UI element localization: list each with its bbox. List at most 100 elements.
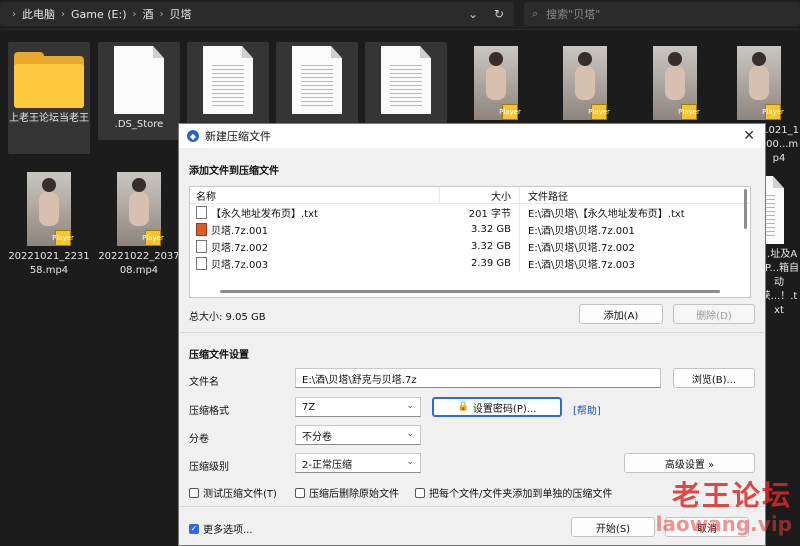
- address-bar[interactable]: › 此电脑 › Game (E:) › 酒 › 贝塔 ⌄ ↻: [0, 2, 514, 26]
- format-select[interactable]: 7Z ⌄: [295, 397, 421, 417]
- level-label: 压缩级别: [189, 462, 229, 473]
- set-password-button[interactable]: 🔒 设置密码(P)...: [432, 397, 562, 417]
- chevron-right-icon: ›: [159, 8, 164, 20]
- dialog-title: 新建压缩文件: [205, 130, 271, 143]
- start-button[interactable]: 开始(S): [571, 517, 655, 537]
- breadcrumb-folder-beita[interactable]: 贝塔: [169, 6, 191, 22]
- video-thumbnail: Player: [27, 172, 74, 246]
- bandizip-app-icon: ◆: [187, 130, 199, 142]
- close-icon[interactable]: ✕: [743, 128, 755, 144]
- file-name: 贝塔.7z.001: [211, 226, 269, 237]
- video-item[interactable]: Player: [634, 46, 716, 126]
- file-path: E:\酒\贝塔\贝塔.7z.001: [528, 226, 635, 237]
- player-badge-icon: Player: [142, 230, 164, 246]
- refresh-icon[interactable]: ↻: [488, 2, 510, 26]
- search-input[interactable]: 搜索"贝塔": [546, 6, 600, 22]
- archive-file-icon: [196, 223, 207, 236]
- player-badge-icon: Player: [762, 104, 784, 120]
- split-value: 不分卷: [302, 431, 332, 443]
- filename-label: 文件名: [189, 377, 219, 388]
- delete-after-checkbox[interactable]: 压缩后删除原始文件: [295, 485, 399, 500]
- lock-icon: 🔒: [457, 402, 469, 412]
- text-file-icon: [196, 206, 207, 219]
- split-select[interactable]: 不分卷 ⌄: [295, 425, 421, 445]
- checkbox[interactable]: [415, 487, 425, 498]
- item-label: 上老王论坛当老王: [9, 113, 89, 124]
- vertical-scrollbar[interactable]: [744, 189, 747, 229]
- level-value: 2-正常压缩: [302, 459, 352, 471]
- chevron-right-icon: ›: [132, 8, 137, 20]
- more-options-checkbox[interactable]: ✓ 更多选项...: [189, 521, 253, 536]
- file-path: E:\酒\贝塔\贝塔.7z.003: [528, 260, 635, 271]
- filename-input[interactable]: E:\酒\贝塔\舒克与贝塔.7z: [295, 368, 661, 388]
- column-name[interactable]: 名称: [190, 187, 440, 203]
- separate-archives-checkbox[interactable]: 把每个文件/文件夹添加到单独的压缩文件: [415, 485, 612, 500]
- column-size[interactable]: 大小: [440, 187, 520, 203]
- horizontal-scrollbar[interactable]: [220, 290, 720, 293]
- section-divider: [179, 332, 765, 333]
- file-row[interactable]: 贝塔.7z.002 3.32 GB E:\酒\贝塔\贝塔.7z.002: [190, 238, 750, 255]
- file-name: 【永久地址发布页】.txt: [211, 209, 318, 220]
- checkbox-label: 压缩后删除原始文件: [309, 489, 399, 500]
- set-password-label: 设置密码(P)...: [472, 403, 537, 415]
- breadcrumb-folder-jiu[interactable]: 酒: [142, 6, 153, 22]
- breadcrumb-this-pc[interactable]: 此电脑: [22, 6, 55, 22]
- file-name: 贝塔.7z.003: [211, 260, 269, 271]
- video-item[interactable]: Player 20221021_223158.mp4: [8, 172, 90, 282]
- file-icon: [196, 240, 207, 253]
- chevron-right-icon: ›: [12, 8, 16, 20]
- file-list[interactable]: 名称 大小 文件路径 【永久地址发布页】.txt 201 字节 E:\酒\贝塔\…: [189, 186, 751, 298]
- file-path: E:\酒\贝塔\【永久地址发布页】.txt: [528, 209, 685, 220]
- item-label: .DS_Store: [114, 119, 164, 130]
- chevron-down-icon[interactable]: ⌄: [462, 2, 484, 26]
- file-size: 3.32 GB: [440, 238, 520, 255]
- player-badge-icon: Player: [52, 230, 74, 246]
- chevron-down-icon: ⌄: [406, 401, 414, 411]
- checkbox-label: 把每个文件/文件夹添加到单独的压缩文件: [429, 489, 613, 500]
- video-thumbnail: Player: [653, 46, 700, 120]
- total-size: 总大小: 9.05 GB: [189, 312, 266, 323]
- folder-item[interactable]: 上老王论坛当老王: [8, 42, 90, 154]
- file-row[interactable]: 贝塔.7z.001 3.32 GB E:\酒\贝塔\贝塔.7z.001: [190, 221, 750, 238]
- file-list-header: 名称 大小 文件路径: [190, 187, 750, 204]
- settings-section-title: 压缩文件设置: [189, 350, 249, 361]
- video-item[interactable]: Player: [544, 46, 626, 126]
- file-row[interactable]: 【永久地址发布页】.txt 201 字节 E:\酒\贝塔\【永久地址发布页】.t…: [190, 204, 750, 221]
- video-item[interactable]: Player 20221022_203708.mp4: [98, 172, 180, 282]
- document-icon: [114, 46, 164, 114]
- level-select[interactable]: 2-正常压缩 ⌄: [295, 453, 421, 473]
- video-item[interactable]: Player: [455, 46, 537, 126]
- test-archive-checkbox[interactable]: 测试压缩文件(T): [189, 485, 277, 500]
- delete-button[interactable]: 删除(D): [673, 304, 755, 324]
- file-size: 3.32 GB: [440, 221, 520, 238]
- video-thumbnail: Player: [737, 46, 784, 120]
- search-icon: ⌕: [532, 7, 539, 20]
- advanced-settings-button[interactable]: 高级设置 »: [624, 453, 755, 473]
- chevron-down-icon: ⌄: [406, 429, 414, 439]
- file-item[interactable]: .DS_Store: [98, 42, 180, 140]
- video-thumbnail: Player: [474, 46, 521, 120]
- column-path[interactable]: 文件路径: [520, 188, 738, 203]
- item-label: 20221022_203708.mp4: [98, 251, 180, 276]
- help-link[interactable]: [帮助]: [573, 402, 601, 417]
- player-badge-icon: Player: [499, 104, 521, 120]
- video-thumbnail: Player: [117, 172, 164, 246]
- check-icon[interactable]: ✓: [189, 523, 199, 534]
- checkbox-label: 测试压缩文件(T): [203, 489, 277, 500]
- breadcrumb-drive[interactable]: Game (E:): [71, 8, 126, 21]
- checkbox[interactable]: [295, 487, 305, 498]
- document-icon: [203, 46, 253, 114]
- add-button[interactable]: 添加(A): [579, 304, 663, 324]
- chevron-right-icon: ›: [61, 8, 65, 20]
- format-value: 7Z: [302, 401, 316, 413]
- search-box[interactable]: ⌕ 搜索"贝塔": [524, 2, 800, 26]
- video-thumbnail: Player: [563, 46, 610, 120]
- split-label: 分卷: [189, 434, 209, 445]
- document-icon: [292, 46, 342, 114]
- player-badge-icon: Player: [678, 104, 700, 120]
- browse-button[interactable]: 浏览(B)...: [673, 368, 755, 388]
- item-label: 20221021_223158.mp4: [8, 251, 90, 276]
- watermark-url: laowang.vip: [655, 512, 792, 536]
- file-row[interactable]: 贝塔.7z.003 2.39 GB E:\酒\贝塔\贝塔.7z.003: [190, 255, 750, 272]
- checkbox[interactable]: [189, 487, 199, 498]
